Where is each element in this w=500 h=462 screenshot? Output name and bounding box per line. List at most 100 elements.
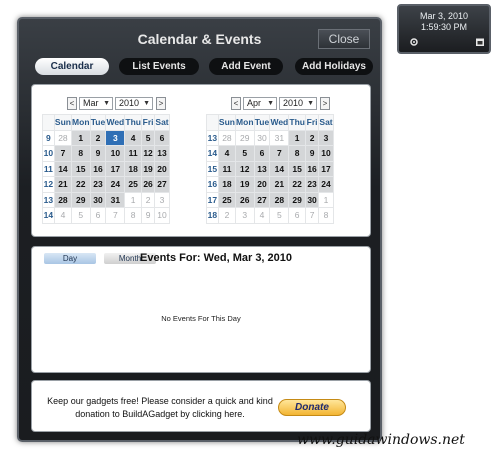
week-number[interactable]: 12: [42, 176, 55, 193]
prev-month-button[interactable]: <: [231, 97, 241, 110]
calendar-icon[interactable]: [475, 37, 485, 47]
day-cell[interactable]: 30: [253, 129, 271, 146]
day-cell[interactable]: 26: [141, 176, 156, 193]
day-cell[interactable]: 10: [154, 207, 170, 224]
day-cell[interactable]: 25: [217, 191, 237, 208]
week-number[interactable]: 13: [206, 129, 219, 146]
tab-list-events[interactable]: List Events: [119, 58, 199, 75]
next-month-button[interactable]: >: [156, 97, 166, 110]
day-cell[interactable]: 4: [253, 207, 271, 224]
day-cell[interactable]: 6: [288, 207, 307, 224]
next-month-button[interactable]: >: [320, 97, 330, 110]
day-cell[interactable]: 3: [235, 207, 255, 224]
day-cell[interactable]: 26: [235, 191, 255, 208]
week-number[interactable]: 14: [206, 145, 219, 162]
day-cell[interactable]: 17: [105, 160, 126, 177]
year-select[interactable]: 2010 ▼: [115, 97, 153, 110]
day-cell[interactable]: 22: [288, 176, 307, 193]
week-number[interactable]: 13: [42, 191, 55, 208]
day-cell[interactable]: 29: [71, 191, 91, 208]
day-cell[interactable]: 23: [89, 176, 107, 193]
day-cell[interactable]: 30: [305, 191, 320, 208]
day-cell[interactable]: 8: [124, 207, 143, 224]
day-cell[interactable]: 7: [105, 207, 126, 224]
week-number[interactable]: 11: [42, 160, 55, 177]
day-view-button[interactable]: Day: [44, 253, 96, 264]
day-cell[interactable]: 1: [318, 191, 334, 208]
day-cell[interactable]: 12: [235, 160, 255, 177]
donate-button[interactable]: Donate: [278, 399, 346, 416]
day-cell[interactable]: 9: [305, 145, 320, 162]
day-cell[interactable]: 4: [124, 129, 143, 146]
day-cell[interactable]: 22: [71, 176, 91, 193]
day-cell[interactable]: 20: [154, 160, 170, 177]
tab-add-holidays[interactable]: Add Holidays: [295, 58, 373, 75]
day-cell[interactable]: 30: [89, 191, 107, 208]
day-cell[interactable]: 15: [71, 160, 91, 177]
day-cell[interactable]: 5: [235, 145, 255, 162]
day-cell[interactable]: 11: [217, 160, 237, 177]
day-cell[interactable]: 9: [141, 207, 156, 224]
day-cell[interactable]: 24: [318, 176, 334, 193]
day-cell[interactable]: 13: [154, 145, 170, 162]
day-cell[interactable]: 6: [89, 207, 107, 224]
day-cell[interactable]: 1: [288, 129, 307, 146]
day-cell[interactable]: 6: [154, 129, 170, 146]
day-cell[interactable]: 19: [141, 160, 156, 177]
week-number[interactable]: 15: [206, 160, 219, 177]
day-cell[interactable]: 4: [53, 207, 73, 224]
prev-month-button[interactable]: <: [67, 97, 77, 110]
day-cell[interactable]: 16: [305, 160, 320, 177]
day-cell[interactable]: 11: [124, 145, 143, 162]
day-cell[interactable]: 20: [253, 176, 271, 193]
settings-icon[interactable]: [409, 37, 419, 47]
day-cell[interactable]: 21: [53, 176, 73, 193]
donate-text[interactable]: Keep our gadgets free! Please consider a…: [40, 395, 280, 421]
day-cell[interactable]: 12: [141, 145, 156, 162]
day-cell[interactable]: 28: [53, 191, 73, 208]
day-cell[interactable]: 10: [318, 145, 334, 162]
day-cell[interactable]: 28: [217, 129, 237, 146]
day-cell[interactable]: 8: [288, 145, 307, 162]
tab-calendar[interactable]: Calendar: [35, 58, 109, 75]
day-cell[interactable]: 28: [269, 191, 290, 208]
day-cell[interactable]: 1: [71, 129, 91, 146]
day-cell[interactable]: 10: [105, 145, 126, 162]
month-select[interactable]: Mar ▼: [79, 97, 113, 110]
day-cell[interactable]: 2: [305, 129, 320, 146]
day-cell[interactable]: 16: [89, 160, 107, 177]
day-cell[interactable]: 19: [235, 176, 255, 193]
day-cell[interactable]: 8: [71, 145, 91, 162]
week-number[interactable]: 18: [206, 207, 219, 224]
day-cell[interactable]: 5: [269, 207, 290, 224]
day-cell[interactable]: 29: [288, 191, 307, 208]
day-cell[interactable]: 7: [53, 145, 73, 162]
week-number[interactable]: 16: [206, 176, 219, 193]
day-cell[interactable]: 31: [105, 191, 126, 208]
day-cell[interactable]: 27: [253, 191, 271, 208]
tab-add-event[interactable]: Add Event: [209, 58, 283, 75]
month-select[interactable]: Apr ▼: [243, 97, 277, 110]
week-number[interactable]: 9: [42, 129, 55, 146]
day-cell[interactable]: 2: [141, 191, 156, 208]
day-cell[interactable]: 1: [124, 191, 143, 208]
day-cell[interactable]: 14: [53, 160, 73, 177]
day-cell[interactable]: 24: [105, 176, 126, 193]
day-cell[interactable]: 3: [318, 129, 334, 146]
day-cell[interactable]: 9: [89, 145, 107, 162]
day-cell[interactable]: 7: [269, 145, 290, 162]
week-number[interactable]: 10: [42, 145, 55, 162]
day-cell[interactable]: 17: [318, 160, 334, 177]
day-cell[interactable]: 23: [305, 176, 320, 193]
day-cell[interactable]: 2: [217, 207, 237, 224]
day-cell[interactable]: 7: [305, 207, 320, 224]
day-cell[interactable]: 4: [217, 145, 237, 162]
day-cell[interactable]: 21: [269, 176, 290, 193]
year-select[interactable]: 2010 ▼: [279, 97, 317, 110]
day-cell[interactable]: 14: [269, 160, 290, 177]
day-cell[interactable]: 2: [89, 129, 107, 146]
week-number[interactable]: 14: [42, 207, 55, 224]
day-cell[interactable]: 13: [253, 160, 271, 177]
week-number[interactable]: 17: [206, 191, 219, 208]
day-cell[interactable]: 5: [141, 129, 156, 146]
